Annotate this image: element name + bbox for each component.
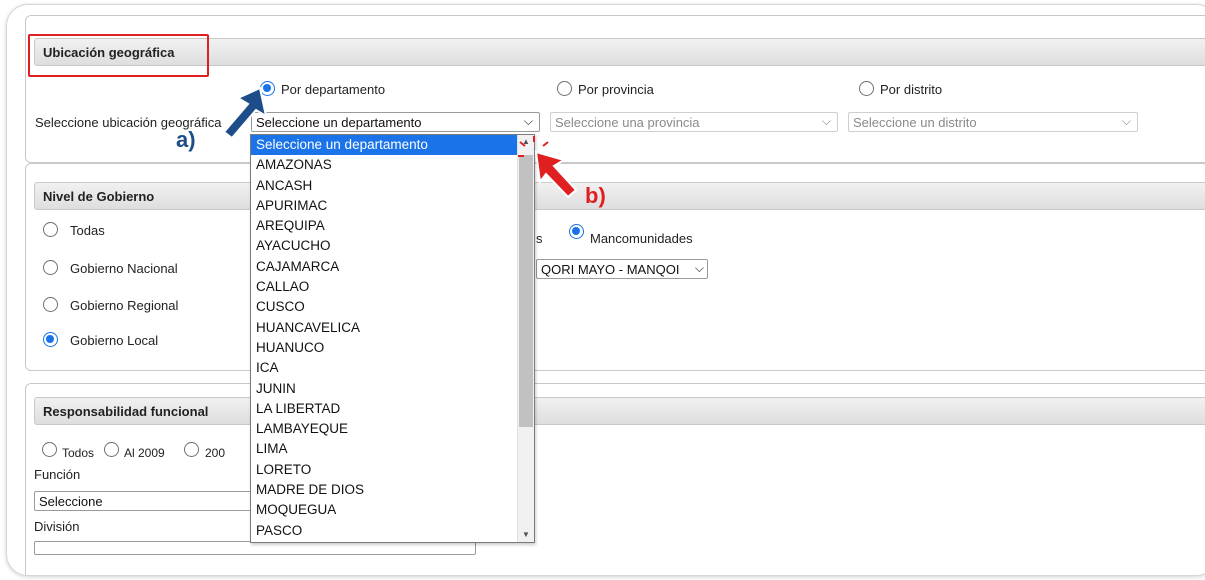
provincia-select-value: Seleccione una provincia xyxy=(555,115,700,130)
dropdown-option-placeholder[interactable]: Seleccione un departamento xyxy=(251,135,517,156)
radio-todas[interactable] xyxy=(43,222,58,237)
radio-por-provincia-label: Por provincia xyxy=(578,82,654,97)
funcion-select[interactable]: Seleccione xyxy=(34,491,264,511)
radio-gobierno-local[interactable] xyxy=(43,332,58,347)
radio-gobierno-regional-label: Gobierno Regional xyxy=(70,298,179,313)
dropdown-options: Seleccione un departamento AMAZONAS ANCASH… xyxy=(251,135,517,541)
dropdown-option[interactable]: PASCO xyxy=(251,521,517,541)
chevron-down-icon: ⌵ xyxy=(1121,114,1131,128)
dropdown-option[interactable]: APURIMAC xyxy=(251,196,517,216)
scroll-down-icon[interactable]: ▼ xyxy=(522,530,530,539)
radio-gobierno-nacional[interactable] xyxy=(43,260,58,275)
radio-todas-label: Todas xyxy=(70,223,105,238)
funcion-label: Función xyxy=(34,467,81,482)
dropdown-option[interactable]: LA LIBERTAD xyxy=(251,399,517,419)
click-burst-icon xyxy=(518,136,549,157)
radio-gobierno-local-label: Gobierno Local xyxy=(70,333,159,348)
dropdown-option[interactable]: HUANCAVELICA xyxy=(251,318,517,338)
radio-gobierno-regional[interactable] xyxy=(43,297,58,312)
funcion-select-value: Seleccione xyxy=(39,494,103,509)
dropdown-option[interactable]: LORETO xyxy=(251,460,517,480)
radio-por-distrito[interactable] xyxy=(859,81,874,96)
division-label: División xyxy=(34,519,80,534)
radio-2009-onwards[interactable] xyxy=(184,442,199,457)
departamento-select[interactable]: Seleccione un departamento ⌵ xyxy=(251,112,540,132)
dropdown-option[interactable]: MADRE DE DIOS xyxy=(251,480,517,500)
dropdown-option[interactable]: AYACUCHO xyxy=(251,236,517,256)
radio-gobierno-nacional-label: Gobierno Nacional xyxy=(70,261,178,276)
radio-todos-label: Todos xyxy=(62,446,95,460)
radio-por-departamento-label: Por departamento xyxy=(281,82,386,97)
radio-mancomunidades-label: Mancomunidades xyxy=(590,231,693,246)
radio-mancomunidades[interactable] xyxy=(569,224,584,239)
arrow-b-icon xyxy=(518,136,578,199)
radio-al-2009[interactable] xyxy=(104,442,119,457)
arrow-a-icon xyxy=(222,86,268,140)
dropdown-option[interactable]: CAJAMARCA xyxy=(251,257,517,277)
chevron-down-icon: ⌵ xyxy=(523,114,533,128)
dropdown-option[interactable]: CALLAO xyxy=(251,277,517,297)
distrito-select[interactable]: Seleccione un distrito ⌵ xyxy=(848,112,1138,132)
dropdown-option[interactable]: ANCASH xyxy=(251,176,517,196)
distrito-select-value: Seleccione un distrito xyxy=(853,115,977,130)
chevron-down-icon: ⌵ xyxy=(821,114,831,128)
division-select[interactable] xyxy=(34,541,476,555)
dropdown-option[interactable]: CUSCO xyxy=(251,297,517,317)
partial-option-label: s xyxy=(536,231,543,246)
radio-al-2009-label: Al 2009 xyxy=(124,446,165,460)
dropdown-option[interactable]: AMAZONAS xyxy=(251,155,517,175)
dropdown-option[interactable]: LAMBAYEQUE xyxy=(251,419,517,439)
dropdown-option[interactable]: HUANUCO xyxy=(251,338,517,358)
dropdown-option[interactable]: AREQUIPA xyxy=(251,216,517,236)
responsabilidad-header: Responsabilidad funcional xyxy=(34,397,1205,425)
annotation-label-a: a) xyxy=(176,127,196,152)
dropdown-option[interactable]: MOQUEGUA xyxy=(251,500,517,520)
nivel-header: Nivel de Gobierno xyxy=(34,182,1205,210)
dropdown-option[interactable]: JUNIN xyxy=(251,379,517,399)
dropdown-option[interactable]: LIMA xyxy=(251,439,517,459)
departamento-select-value: Seleccione un departamento xyxy=(256,115,422,130)
provincia-select[interactable]: Seleccione una provincia ⌵ xyxy=(550,112,838,132)
departamento-dropdown-list[interactable]: Seleccione un departamento AMAZONAS ANCASH… xyxy=(250,134,535,543)
radio-por-distrito-label: Por distrito xyxy=(880,82,943,97)
radio-por-provincia[interactable] xyxy=(557,81,572,96)
radio-2009-onwards-label: 200 xyxy=(205,446,226,460)
nivel-header-title: Nivel de Gobierno xyxy=(43,189,155,204)
dropdown-option[interactable]: ICA xyxy=(251,358,517,378)
mancomunidad-select-value: QORI MAYO - MANQOI xyxy=(541,262,680,277)
annotation-label-b: b) xyxy=(585,183,606,208)
responsabilidad-header-title: Responsabilidad funcional xyxy=(43,404,209,419)
radio-todos[interactable] xyxy=(42,442,57,457)
mancomunidad-select[interactable]: QORI MAYO - MANQOI ⌵ xyxy=(536,259,708,279)
highlight-box xyxy=(28,34,209,77)
chevron-down-icon: ⌵ xyxy=(694,261,704,275)
ubicacion-header: Ubicación geográfica xyxy=(34,38,1205,66)
